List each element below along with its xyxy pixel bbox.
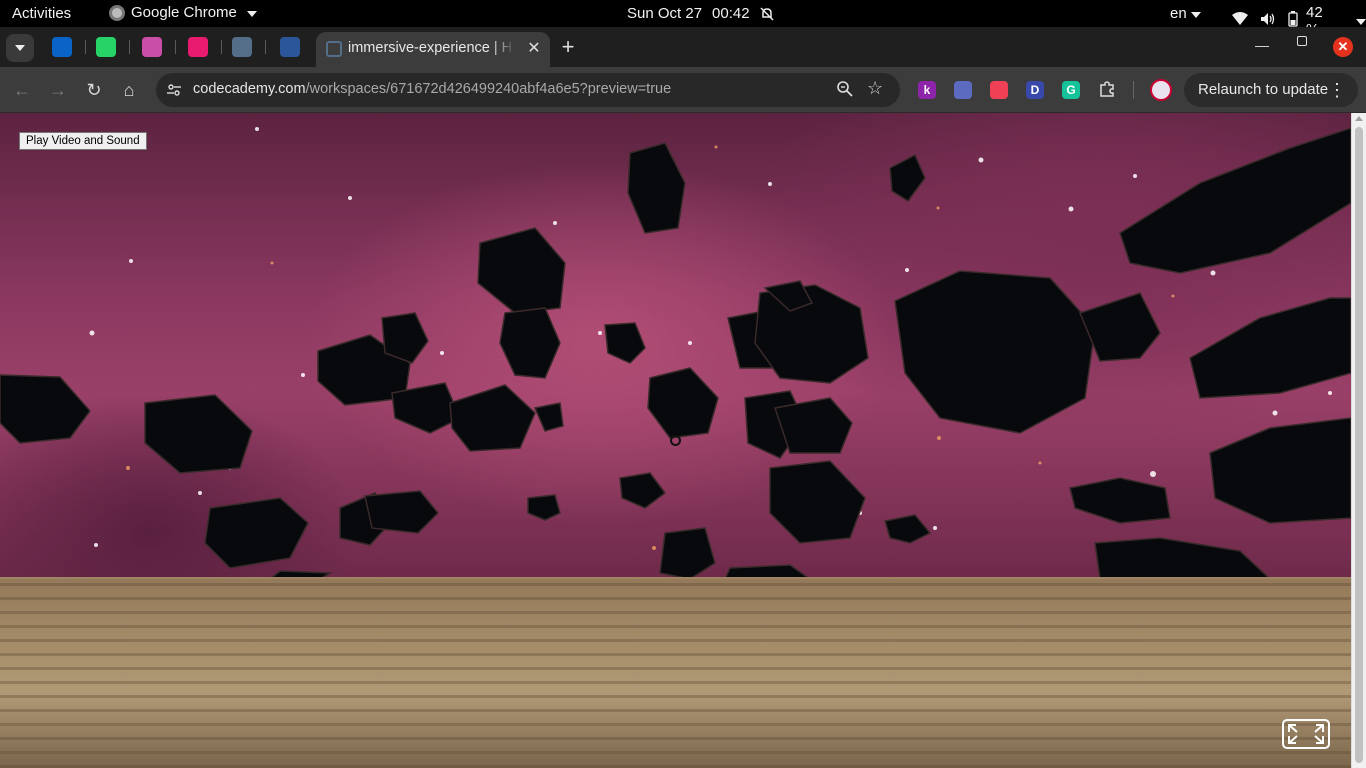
play-video-button[interactable]: Play Video and Sound bbox=[19, 132, 147, 150]
chevron-down-icon bbox=[246, 10, 257, 17]
zoom-icon[interactable] bbox=[836, 80, 856, 100]
url-host: codecademy.com bbox=[193, 81, 306, 97]
activities-button[interactable]: Activities bbox=[12, 5, 71, 22]
close-tab-icon[interactable]: ✕ bbox=[524, 39, 544, 59]
tab-separator bbox=[221, 40, 222, 54]
chevron-down-icon bbox=[1190, 11, 1201, 18]
tab-separator bbox=[129, 40, 130, 54]
scrollbar-thumb[interactable] bbox=[1355, 127, 1363, 763]
reload-button[interactable]: ↻ bbox=[83, 79, 105, 101]
date: Sun Oct 27 bbox=[627, 5, 703, 22]
relaunch-button[interactable]: Relaunch to update ⋮ bbox=[1184, 73, 1358, 107]
url-path: /workspaces/671672d426499240abf4a6e5?pre… bbox=[305, 81, 672, 97]
close-window-button[interactable]: ✕ bbox=[1333, 37, 1353, 57]
relaunch-label: Relaunch to update bbox=[1198, 81, 1329, 98]
app-icon[interactable] bbox=[188, 37, 208, 57]
chrome-icon bbox=[109, 4, 125, 21]
tab-title: immersive-experience | H bbox=[348, 40, 513, 56]
extension-icon[interactable] bbox=[954, 81, 972, 99]
language-label: en bbox=[1170, 5, 1187, 22]
chevron-down-icon bbox=[15, 45, 25, 51]
home-button[interactable]: ⌂ bbox=[118, 79, 140, 101]
new-tab-button[interactable]: + bbox=[558, 34, 578, 60]
fullscreen-button[interactable] bbox=[1282, 719, 1330, 749]
vertical-scrollbar[interactable] bbox=[1351, 113, 1366, 768]
gaze-cursor bbox=[670, 435, 681, 446]
back-button[interactable]: ← bbox=[11, 79, 33, 101]
system-top-bar: Activities Google Chrome Sun Oct 27 00:4… bbox=[0, 0, 1366, 38]
tab-strip: immersive-experience | H ✕ + — ✕ bbox=[0, 27, 1366, 67]
notifications-muted-icon bbox=[760, 6, 774, 21]
word-icon[interactable] bbox=[280, 37, 300, 57]
d-extension-icon[interactable]: D bbox=[1026, 81, 1044, 99]
k-extension-icon[interactable]: k bbox=[918, 81, 936, 99]
extensions-puzzle-icon[interactable] bbox=[1098, 80, 1116, 103]
asteroids bbox=[0, 127, 1351, 579]
cracked-ground bbox=[0, 579, 1351, 768]
app-icon[interactable] bbox=[142, 37, 162, 57]
bookmark-star-icon[interactable]: ☆ bbox=[867, 78, 883, 99]
site-info-icon[interactable] bbox=[166, 82, 182, 98]
menu-dots-icon[interactable]: ⋮ bbox=[1328, 73, 1346, 107]
scene-canvas[interactable]: Play Video and Sound bbox=[0, 113, 1351, 768]
profile-avatar[interactable] bbox=[1150, 79, 1172, 101]
maximize-button[interactable] bbox=[1297, 36, 1307, 46]
scroll-up-arrow-icon[interactable] bbox=[1355, 116, 1363, 121]
tab-separator bbox=[175, 40, 176, 54]
browser-toolbar: ← → ↻ ⌂ codecademy.com/workspaces/671672… bbox=[0, 67, 1366, 113]
tab-separator bbox=[85, 40, 86, 54]
asteroid-field bbox=[0, 127, 1351, 579]
address-bar[interactable]: codecademy.com/workspaces/671672d4264992… bbox=[156, 73, 900, 107]
time: 00:42 bbox=[712, 5, 750, 22]
favicon-icon bbox=[326, 41, 342, 57]
whatsapp-icon[interactable] bbox=[96, 37, 116, 57]
input-language[interactable]: en bbox=[1170, 5, 1201, 22]
outlook-icon[interactable] bbox=[52, 37, 72, 57]
url-text[interactable]: codecademy.com/workspaces/671672d4264992… bbox=[193, 81, 671, 97]
fullscreen-icon bbox=[1288, 724, 1324, 744]
pocket-icon[interactable] bbox=[990, 81, 1008, 99]
clock[interactable]: Sun Oct 27 00:42 bbox=[627, 5, 774, 22]
tab-active[interactable]: immersive-experience | H ✕ bbox=[316, 32, 550, 67]
app-name: Google Chrome bbox=[131, 4, 237, 21]
minimize-button[interactable]: — bbox=[1255, 37, 1269, 53]
doc-icon[interactable] bbox=[232, 37, 252, 57]
forward-button[interactable]: → bbox=[47, 79, 69, 101]
tab-search-button[interactable] bbox=[6, 34, 34, 62]
grammarly-icon[interactable]: G bbox=[1062, 81, 1080, 99]
app-menu[interactable]: Google Chrome bbox=[109, 4, 257, 21]
tab-separator bbox=[265, 40, 266, 54]
chevron-down-icon bbox=[1356, 19, 1366, 25]
toolbar-divider bbox=[1133, 81, 1134, 99]
